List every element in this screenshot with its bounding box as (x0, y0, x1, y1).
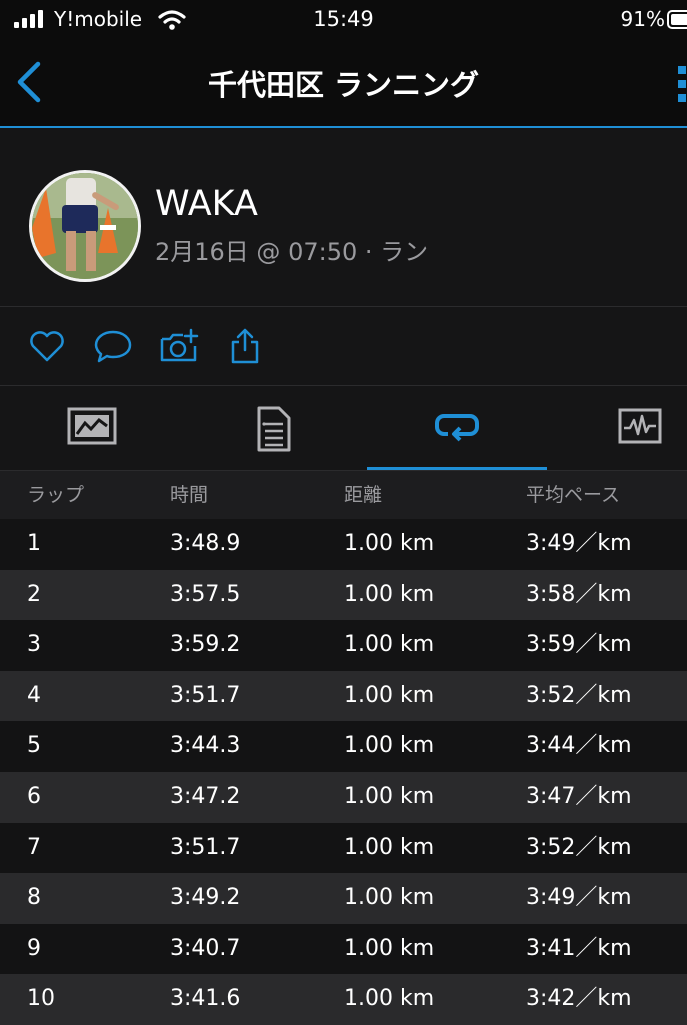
avatar-photo (32, 173, 138, 279)
lap-time: 3:49.2 (170, 885, 241, 911)
more-options-icon[interactable] (675, 64, 687, 104)
activity-header: WAKA 2月16日 @ 07:50 · ラン (0, 128, 687, 307)
table-row[interactable]: 8 3:49.2 1.00 km 3:49／km (0, 873, 687, 924)
lap-pace: 3:52／km (526, 682, 632, 708)
page-title: 千代田区 ランニング (207, 68, 480, 102)
tab-details[interactable] (183, 386, 363, 470)
lap-pace: 3:59／km (526, 632, 632, 658)
athlete-name[interactable]: WAKA (155, 184, 258, 224)
comment-icon[interactable] (93, 326, 133, 366)
lap-number: 3 (27, 632, 41, 658)
lap-pace: 3:47／km (526, 783, 632, 809)
lap-number: 9 (27, 935, 41, 961)
lap-pace: 3:42／km (526, 986, 632, 1012)
laps-icon (435, 414, 479, 442)
header-distance: 距離 (344, 484, 383, 506)
lap-number: 10 (27, 986, 55, 1012)
lap-distance: 1.00 km (344, 783, 435, 809)
tab-chart[interactable] (2, 386, 182, 470)
lap-pace: 3:49／km (526, 531, 632, 556)
lap-number: 6 (27, 783, 41, 809)
lap-distance: 1.00 km (344, 935, 435, 961)
lap-number: 4 (27, 682, 41, 708)
lap-pace: 3:49／km (526, 885, 632, 911)
lap-pace: 3:44／km (526, 733, 632, 759)
lap-time: 3:44.3 (170, 733, 241, 759)
navigation-bar: 千代田区 ランニング (0, 40, 687, 128)
lap-number: 8 (27, 885, 41, 911)
share-icon[interactable] (225, 326, 265, 366)
header-pace: 平均ペース (526, 484, 621, 506)
table-row[interactable]: 10 3:41.6 1.00 km 3:42／km (0, 974, 687, 1025)
lap-distance: 1.00 km (344, 834, 435, 860)
table-row[interactable]: 2 3:57.5 1.00 km 3:58／km (0, 569, 687, 621)
lap-time: 3:51.7 (170, 682, 241, 708)
chart-icon (67, 407, 117, 445)
lap-time: 3:47.2 (170, 783, 241, 809)
lap-distance: 1.00 km (344, 682, 435, 708)
lap-pace: 3:41／km (526, 935, 632, 961)
lap-time: 3:57.5 (170, 581, 241, 607)
table-row[interactable]: 1 3:48.9 1.00 km 3:49／km (0, 519, 687, 570)
document-icon (257, 406, 291, 452)
lap-distance: 1.00 km (344, 986, 435, 1012)
status-time: 15:49 (313, 7, 374, 31)
heart-icon[interactable] (27, 326, 67, 366)
laps-table: 1 3:48.9 1.00 km 3:49／km 2 3:57.5 1.00 k… (0, 519, 687, 1025)
activity-tabs (0, 386, 687, 471)
lap-distance: 1.00 km (344, 885, 435, 911)
battery-percentage: 91% (620, 7, 665, 31)
table-row[interactable]: 5 3:44.3 1.00 km 3:44／km (0, 721, 687, 772)
status-bar: Y!mobile 15:49 91% (0, 0, 687, 40)
table-row[interactable]: 4 3:51.7 1.00 km 3:52／km (0, 670, 687, 722)
tab-activity-graph[interactable] (550, 386, 687, 470)
laps-table-header: ラップ 時間 距離 平均ペース (0, 471, 687, 519)
lap-time: 3:51.7 (170, 834, 241, 860)
lap-time: 3:41.6 (170, 986, 241, 1012)
lap-number: 1 (27, 531, 41, 556)
avatar[interactable] (29, 170, 141, 282)
table-row[interactable]: 9 3:40.7 1.00 km 3:41／km (0, 923, 687, 975)
lap-time: 3:48.9 (170, 531, 241, 556)
battery-icon (667, 10, 687, 29)
action-bar (0, 307, 687, 386)
activity-date-type: 2月16日 @ 07:50 · ラン (155, 238, 429, 266)
lap-pace: 3:52／km (526, 834, 632, 860)
tab-laps[interactable] (367, 386, 547, 470)
lap-time: 3:59.2 (170, 632, 241, 658)
lap-number: 7 (27, 834, 41, 860)
table-row[interactable]: 3 3:59.2 1.00 km 3:59／km (0, 620, 687, 671)
lap-distance: 1.00 km (344, 531, 435, 556)
camera-add-icon[interactable] (159, 326, 199, 366)
lap-pace: 3:58／km (526, 581, 632, 607)
table-row[interactable]: 6 3:47.2 1.00 km 3:47／km (0, 771, 687, 823)
header-lap: ラップ (27, 484, 85, 506)
activity-graph-icon (618, 408, 662, 444)
lap-distance: 1.00 km (344, 632, 435, 658)
lap-number: 5 (27, 733, 41, 759)
header-time: 時間 (170, 484, 209, 506)
lap-distance: 1.00 km (344, 733, 435, 759)
lap-number: 2 (27, 581, 41, 607)
table-row[interactable]: 7 3:51.7 1.00 km 3:52／km (0, 822, 687, 874)
lap-distance: 1.00 km (344, 581, 435, 607)
lap-time: 3:40.7 (170, 935, 241, 961)
